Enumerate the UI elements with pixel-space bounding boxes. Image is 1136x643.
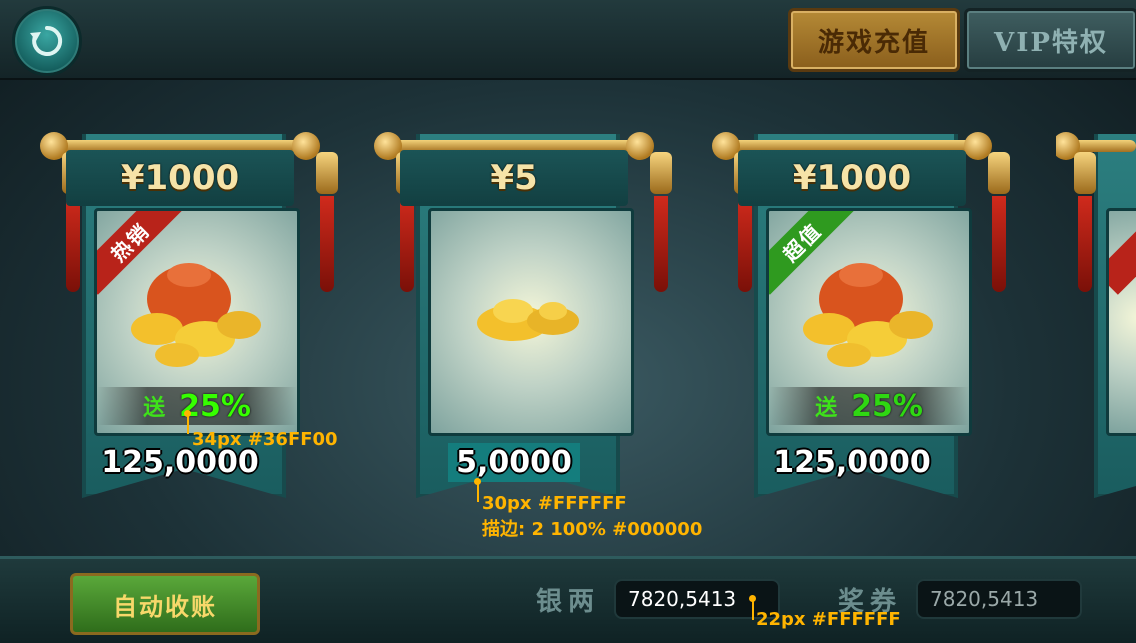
product-card-2[interactable]: ¥5 5,0000 — [374, 132, 672, 512]
product-image-panel — [428, 208, 634, 436]
back-button[interactable] — [12, 6, 82, 76]
bonus-strip: 送 25% — [769, 387, 969, 425]
coupon-value: 7820,5413 — [930, 587, 1039, 611]
annotation-marker — [749, 595, 756, 602]
coin-amount-text: 125,0000 — [773, 444, 931, 480]
hot-sale-ribbon: 热 — [1109, 211, 1136, 295]
coin-amount: 125,0000 — [738, 432, 966, 492]
product-image-panel: 热 — [1106, 208, 1136, 436]
product-card-1[interactable]: ¥1000 热销 送 25% 125,0000 — [40, 132, 338, 512]
gold-ingot-icon — [477, 299, 579, 341]
product-card-3[interactable]: ¥1000 超值 送 25% 125,0000 — [712, 132, 1010, 512]
coupon-value-field: 7820,5413 — [916, 579, 1082, 619]
product-image-panel: 热销 送 25% — [94, 208, 300, 436]
bonus-label: 送 — [143, 395, 166, 421]
price-label: ¥1000 — [66, 150, 294, 206]
top-bar: 游戏充值 VIP特权 — [0, 0, 1136, 80]
gold-bag-icon — [131, 263, 261, 367]
back-arrow-icon — [30, 25, 63, 56]
vip-privilege-button[interactable]: VIP特权 — [964, 8, 1136, 72]
bonus-label: 送 — [815, 395, 838, 421]
bottom-bar: 自动收账 银两 7820,5413 奖券 7820,5413 — [0, 556, 1136, 643]
product-card-4[interactable]: 热 — [1056, 132, 1136, 512]
gold-bag-icon — [803, 263, 933, 367]
tassel — [988, 152, 1010, 302]
bonus-strip: 送 25% — [97, 387, 297, 425]
price-label: ¥1000 — [738, 150, 966, 206]
bonus-percent: 25% — [179, 388, 251, 424]
coin-amount-text: 5,0000 — [448, 442, 580, 482]
coin-amount: 5,0000 — [400, 432, 628, 492]
annotation-marker — [184, 410, 191, 417]
bonus-annotation: 34px #36FF00 — [192, 429, 338, 450]
silver-annotation: 22px #FFFFFF — [756, 609, 901, 630]
bonus-percent: 25% — [851, 388, 923, 424]
recharge-button[interactable]: 游戏充值 — [788, 8, 960, 72]
price-label: ¥5 — [400, 150, 628, 206]
silver-value: 7820,5413 — [628, 587, 737, 611]
annotation-marker — [474, 478, 481, 485]
amount-annotation-stroke: 描边: 2 100% #000000 — [482, 519, 703, 540]
product-image-panel: 超值 送 25% — [766, 208, 972, 436]
annotation-leader — [477, 482, 479, 502]
amount-annotation-size: 30px #FFFFFF — [482, 493, 627, 514]
auto-collect-button[interactable]: 自动收账 — [70, 573, 260, 635]
silver-label: 银两 — [536, 587, 601, 617]
tassel — [316, 152, 338, 302]
tassel — [1074, 152, 1096, 302]
tassel — [650, 152, 672, 302]
